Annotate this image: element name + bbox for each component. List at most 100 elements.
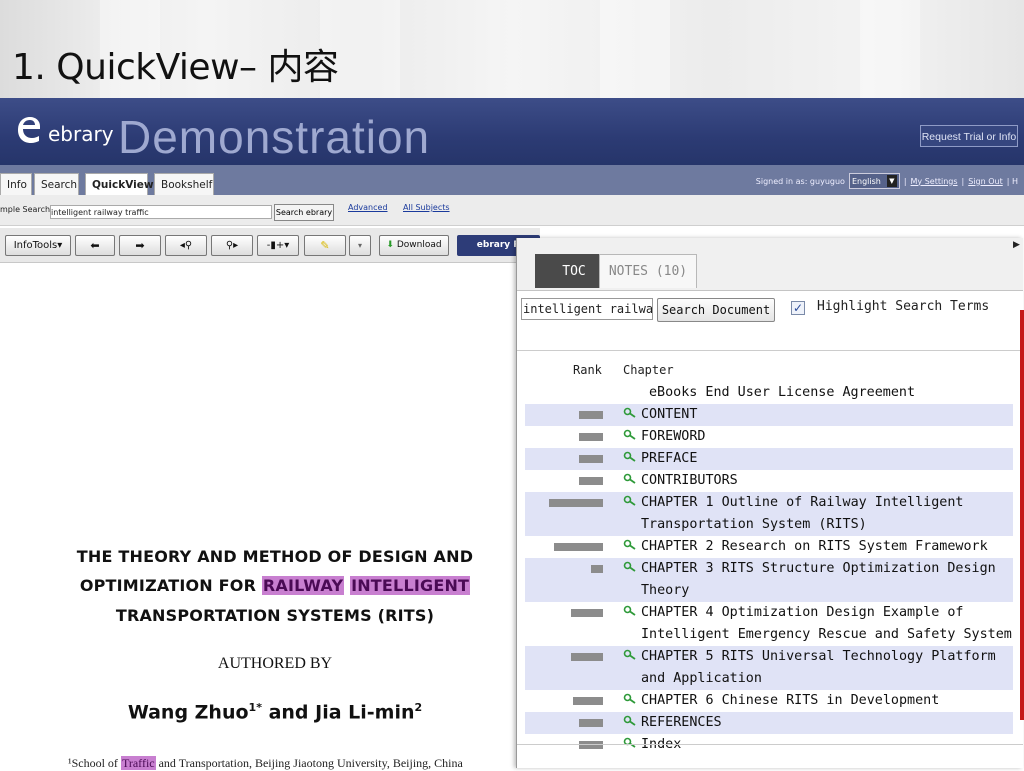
previous-page-button[interactable]: ⬅ [75,235,115,256]
my-settings-link[interactable]: My Settings [911,177,958,186]
toc-row[interactable]: CHAPTER 3 RITS Structure Optimization De… [525,558,1013,602]
authored-by: AUTHORED BY [217,655,333,672]
tab-notes[interactable]: NOTES (10) [599,254,697,288]
download-button[interactable]: ⬇ Download [379,235,449,256]
search-icon [623,537,637,550]
search-icon [623,449,637,462]
document-page [0,264,517,768]
rank-bar [573,697,603,705]
search-icon [623,559,637,572]
highlight-button[interactable]: ✎ [304,235,346,256]
highlight-menu-button[interactable]: ▾ [349,235,371,256]
search-input[interactable]: intelligent railway traffic [50,205,272,219]
request-trial-button[interactable]: Request Trial or Info [920,125,1018,147]
download-label: Download [396,240,442,250]
rank-bar [579,719,603,727]
quickview-toc-panel: TOC NOTES (10) intelligent railway tr Se… [516,238,1023,768]
document-search-input[interactable]: intelligent railway tr [521,298,653,320]
toc-row[interactable]: REFERENCES [525,712,1013,734]
toc-row[interactable]: Index [525,734,1013,756]
toc-row[interactable]: CHAPTER 5 RITS Universal Technology Plat… [525,646,1013,690]
search-icon [623,647,637,660]
search-icon [623,471,637,484]
rank-bar [579,477,603,485]
page-view-icon: -▮+▾ [266,240,290,251]
chapter-column-header: Chapter [623,363,674,377]
tab-quickview[interactable]: QuickView [85,173,154,195]
arrow-left-icon: ⬅ [90,239,100,252]
main-tabs-bar: Info Search QuickView Bookshelf Signed i… [0,165,1024,195]
toc-row[interactable]: CONTENT [525,404,1013,426]
search-document-button[interactable]: Search Document [657,298,775,322]
help-link[interactable]: | H [1007,177,1018,186]
bg-stripe [860,0,920,98]
all-subjects-link[interactable]: All Subjects [403,203,450,212]
simple-search-label: mple Search: [0,205,53,214]
search-ebrary-button[interactable]: Search ebrary [274,204,334,221]
toc-chapter-title[interactable]: eBooks End User License Agreement [525,382,1013,404]
toc-row[interactable]: CONTRIBUTORS [525,470,1013,492]
search-highlight: INTELLIGENT [350,576,471,595]
chevron-down-icon: ▼ [886,175,897,187]
author-name: Wang Zhuo [127,701,249,724]
language-select[interactable]: English ▼ [848,173,900,189]
ebrary-banner: ebrary Demonstration Request Trial or In… [0,98,1024,165]
divider [517,350,1023,351]
rank-bar [579,411,603,419]
infotools-button[interactable]: InfoTools▾ [5,235,71,256]
rank-bar [579,433,603,441]
zoom-in-icon: ⚲▸ [225,240,239,251]
separator: | [961,176,965,186]
zoom-out-button[interactable]: ◂⚲ [165,235,207,256]
rank-column-header: Rank [573,363,602,377]
page-view-button[interactable]: -▮+▾ [257,235,299,256]
search-icon [623,427,637,440]
search-icon [623,493,637,506]
advanced-search-link[interactable]: Advanced [348,203,388,212]
toc-row[interactable]: FOREWORD [525,426,1013,448]
document-title-line-1: THE THEORY AND METHOD OF DESIGN AND [76,547,474,566]
search-icon [623,713,637,726]
highlighter-icon: ✎ [320,239,330,252]
document-title-line-3: TRANSPORTATION SYSTEMS (RITS) [115,606,435,625]
panel-tabs: TOC NOTES (10) [517,238,1023,291]
sign-out-link[interactable]: Sign Out [968,177,1003,186]
affiliation-line: ¹School of Traffic and Transportation, B… [68,756,463,771]
next-page-button[interactable]: ➡ [119,235,161,256]
toc-list: eBooks End User License Agreement CONTENT… [525,382,1013,756]
tab-info[interactable]: Info [0,173,32,195]
rank-bar [571,609,603,617]
bg-stripe [600,0,670,98]
toc-row[interactable]: eBooks End User License Agreement [525,382,1013,404]
logo-text: ebrary [48,122,114,146]
tab-search[interactable]: Search [34,173,79,195]
language-value: English [851,176,881,186]
tab-bookshelf[interactable]: Bookshelf [154,173,214,195]
reader-toolbar: InfoTools▾ ⬅ ➡ ◂⚲ ⚲▸ -▮+▾ ✎ ▾ ⬇ Download… [0,228,540,263]
search-icon [623,405,637,418]
zoom-out-icon: ◂⚲ [179,240,193,251]
separator: | [903,176,907,186]
authors-line: Wang Zhuo1* and Jia Li-min2 [0,701,550,723]
rank-bar [579,455,603,463]
chevron-down-icon: ▾ [357,241,362,250]
banner-title: Demonstration [118,111,431,163]
zoom-in-button[interactable]: ⚲▸ [211,235,253,256]
search-icon [623,735,637,748]
rank-bar [591,565,603,573]
toc-row[interactable]: CHAPTER 6 Chinese RITS in Development [525,690,1013,712]
signed-in-label: Signed in as: guyuguo [755,176,845,186]
search-icon [623,691,637,704]
rank-bar [579,741,603,749]
document-title-line-2: OPTIMIZATION FOR RAILWAY INTELLIGENT [0,576,550,595]
toc-row[interactable]: CHAPTER 4 Optimization Design Example of… [525,602,1013,646]
ebrary-reader-label: ebrary R [476,240,521,250]
toc-row[interactable]: CHAPTER 2 Research on RITS System Framew… [525,536,1013,558]
toc-row[interactable]: CHAPTER 1 Outline of Railway Intelligent… [525,492,1013,536]
toc-row[interactable]: PREFACE [525,448,1013,470]
download-icon: ⬇ [386,240,394,250]
highlight-terms-checkbox[interactable]: ✓ [791,301,805,315]
rank-bar [554,543,603,551]
red-edge-bar [1020,310,1024,720]
account-area: Signed in as: guyuguo English ▼ | My Set… [756,173,1018,189]
